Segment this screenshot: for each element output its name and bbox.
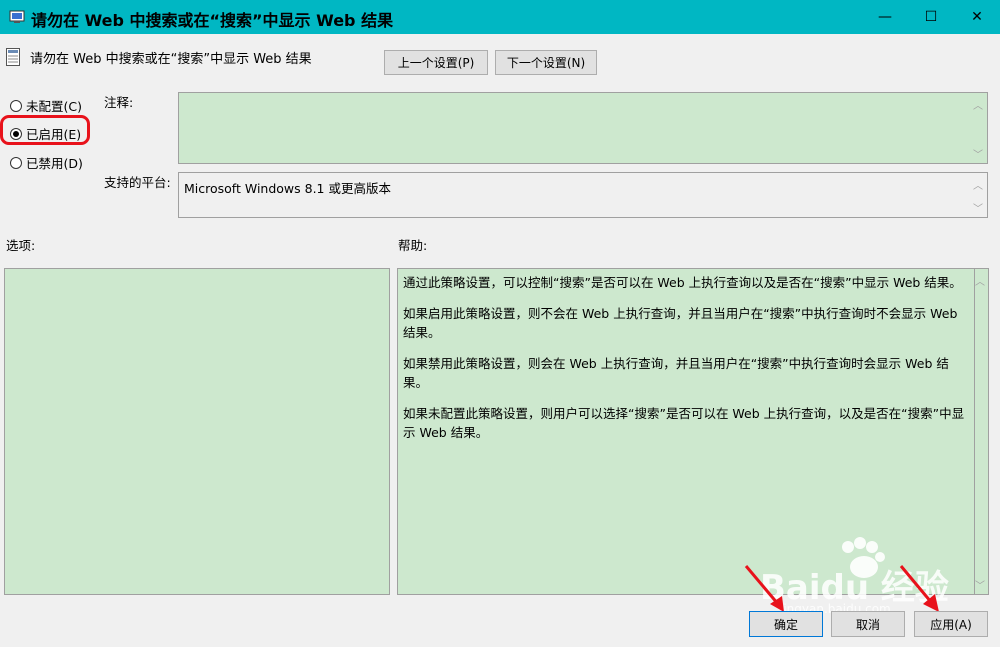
- radio-circle[interactable]: [10, 99, 22, 112]
- close-icon: ✕: [971, 9, 983, 25]
- help-paragraph: 如果禁用此策略设置，则会在 Web 上执行查询，并且当用户在“搜索”中执行查询时…: [403, 356, 949, 390]
- maximize-icon: ☐: [924, 9, 938, 25]
- radio-not-configured[interactable]: 未配置(C): [10, 96, 82, 115]
- policy-name: 请勿在 Web 中搜索或在“搜索”中显示 Web 结果: [30, 52, 312, 67]
- platform-value: Microsoft Windows 8.1 或更高版本: [184, 181, 391, 196]
- annotation-highlight-ring: [0, 115, 90, 145]
- window-title: 请勿在 Web 中搜索或在“搜索”中显示 Web 结果: [31, 11, 394, 30]
- radio-label: 未配置(C): [26, 99, 82, 114]
- comment-field[interactable]: ︿ ﹀: [178, 92, 988, 164]
- scroll-down-icon[interactable]: ﹀: [973, 146, 983, 161]
- previous-setting-button[interactable]: 上一个设置(P): [384, 50, 488, 75]
- close-button[interactable]: ✕: [954, 0, 1000, 34]
- platform-label: 支持的平台:: [104, 175, 171, 190]
- policy-setting-icon: [6, 48, 20, 66]
- maximize-button[interactable]: ☐: [908, 0, 954, 34]
- options-panel: [4, 268, 390, 595]
- cancel-button[interactable]: 取消: [831, 611, 905, 637]
- help-paragraph: 通过此策略设置，可以控制“搜索”是否可以在 Web 上执行查询以及是否在“搜索”…: [403, 275, 962, 290]
- next-setting-button[interactable]: 下一个设置(N): [495, 50, 597, 75]
- options-label: 选项:: [6, 238, 36, 253]
- ok-button[interactable]: 确定: [749, 611, 823, 637]
- minimize-button[interactable]: —: [862, 0, 908, 34]
- radio-circle[interactable]: [10, 156, 22, 169]
- radio-disabled[interactable]: 已禁用(D): [10, 153, 83, 172]
- help-label: 帮助:: [398, 238, 428, 253]
- scroll-down-icon[interactable]: ﹀: [973, 200, 983, 215]
- comment-label: 注释:: [104, 95, 134, 110]
- scroll-up-icon[interactable]: ︿: [973, 177, 983, 192]
- help-text: 通过此策略设置，可以控制“搜索”是否可以在 Web 上执行查询以及是否在“搜索”…: [403, 273, 973, 454]
- minimize-icon: —: [878, 9, 892, 25]
- help-paragraph: 如果启用此策略设置，则不会在 Web 上执行查询，并且当用户在“搜索”中执行查询…: [403, 306, 958, 340]
- policy-editor-icon: [9, 10, 25, 23]
- scroll-up-icon[interactable]: ︿: [973, 97, 983, 112]
- apply-button[interactable]: 应用(A): [914, 611, 988, 637]
- radio-label: 已禁用(D): [26, 156, 83, 171]
- platform-field: Microsoft Windows 8.1 或更高版本 ︿ ﹀: [178, 172, 988, 218]
- scroll-up-icon[interactable]: ︿: [975, 273, 985, 288]
- title-bar: 请勿在 Web 中搜索或在“搜索”中显示 Web 结果 — ☐ ✕: [0, 0, 1000, 34]
- help-paragraph: 如果未配置此策略设置，则用户可以选择“搜索”是否可以在 Web 上执行查询，以及…: [403, 406, 965, 440]
